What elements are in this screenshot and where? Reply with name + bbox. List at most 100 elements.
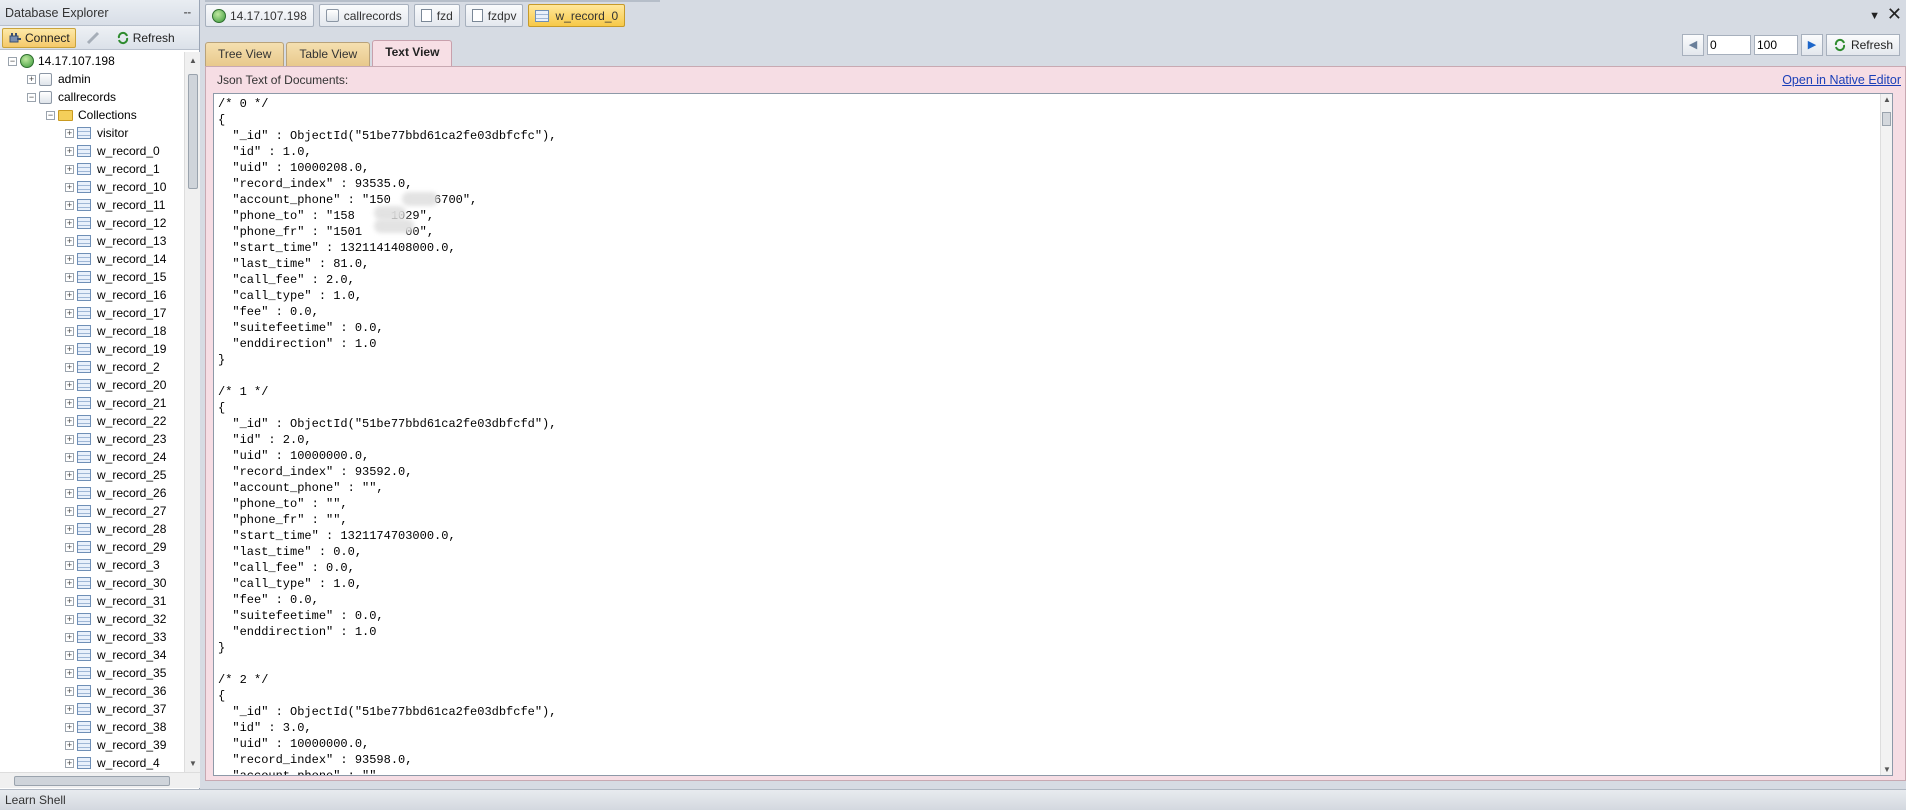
scrollbar-thumb[interactable] — [188, 74, 198, 189]
tree-node-collection[interactable]: + w_record_11 — [0, 196, 184, 214]
explorer-refresh-button[interactable]: Refresh — [110, 28, 181, 48]
expand-icon[interactable]: + — [65, 272, 74, 282]
close-icon[interactable]: ✕ — [1887, 4, 1902, 25]
expand-icon[interactable]: + — [65, 758, 74, 768]
scrollbar-thumb[interactable] — [14, 776, 170, 786]
tree-node-collection[interactable]: + w_record_21 — [0, 394, 184, 412]
expand-icon[interactable]: + — [65, 740, 74, 750]
connect-button[interactable]: Connect — [2, 27, 76, 48]
expand-icon[interactable]: + — [65, 632, 74, 642]
tree-node-collection[interactable]: + w_record_3 — [0, 556, 184, 574]
tree-node-collection[interactable]: + w_record_26 — [0, 484, 184, 502]
expand-icon[interactable]: + — [65, 560, 74, 570]
expand-icon[interactable]: + — [65, 722, 74, 732]
expand-icon[interactable]: + — [65, 290, 74, 300]
tree-node-collection[interactable]: + w_record_34 — [0, 646, 184, 664]
expand-icon[interactable]: + — [65, 470, 74, 480]
tree-horizontal-scrollbar[interactable] — [0, 772, 200, 788]
expand-icon[interactable]: + — [65, 200, 74, 210]
collapse-icon[interactable]: − — [8, 56, 17, 66]
expand-icon[interactable]: + — [65, 128, 74, 138]
tree-node-collection[interactable]: + w_record_32 — [0, 610, 184, 628]
tree-node-collection[interactable]: + w_record_35 — [0, 664, 184, 682]
expand-icon[interactable]: + — [65, 704, 74, 714]
expand-icon[interactable]: + — [65, 236, 74, 246]
tree-node-collection[interactable]: + w_record_12 — [0, 214, 184, 232]
tree-node-collections[interactable]: − Collections — [0, 106, 184, 124]
tree-node-collection[interactable]: + w_record_39 — [0, 736, 184, 754]
refresh-button[interactable]: Refresh — [1825, 34, 1900, 56]
tree-node-collection[interactable]: + w_record_37 — [0, 700, 184, 718]
json-text[interactable]: /* 0 */ { "_id" : ObjectId("51be77bbd61c… — [214, 94, 1892, 775]
expand-icon[interactable]: + — [65, 668, 74, 678]
scroll-down-icon[interactable]: ▼ — [189, 759, 197, 768]
scroll-down-icon[interactable]: ▼ — [1883, 765, 1891, 774]
tree-node-collection[interactable]: + w_record_17 — [0, 304, 184, 322]
skip-input[interactable] — [1706, 35, 1751, 55]
tab-fzdpv[interactable]: fzdpv — [464, 4, 524, 27]
collapse-icon[interactable]: − — [46, 110, 55, 120]
next-page-button[interactable]: ▶ — [1800, 34, 1823, 56]
tree-node-server[interactable]: − 14.17.107.198 — [0, 52, 184, 70]
open-native-editor-link[interactable]: Open in Native Editor — [1782, 67, 1901, 93]
tree-node-collection[interactable]: + w_record_28 — [0, 520, 184, 538]
previous-page-button[interactable]: ◀ — [1681, 34, 1704, 56]
disconnect-button[interactable] — [80, 28, 106, 48]
tree-vertical-scrollbar[interactable]: ▲ ▼ — [184, 52, 200, 772]
expand-icon[interactable]: + — [65, 650, 74, 660]
tree-node-collection[interactable]: + visitor — [0, 124, 184, 142]
tree-node-collection[interactable]: + w_record_15 — [0, 268, 184, 286]
scrollbar-thumb[interactable] — [1882, 112, 1891, 126]
tree-node-collection[interactable]: + w_record_33 — [0, 628, 184, 646]
json-text-editor[interactable]: /* 0 */ { "_id" : ObjectId("51be77bbd61c… — [213, 93, 1893, 776]
tree-node-collection[interactable]: + w_record_13 — [0, 232, 184, 250]
expand-icon[interactable]: + — [65, 254, 74, 264]
scroll-up-icon[interactable]: ▲ — [189, 56, 197, 65]
tree-node-collection[interactable]: + w_record_24 — [0, 448, 184, 466]
expand-icon[interactable]: + — [65, 614, 74, 624]
expand-icon[interactable]: + — [65, 362, 74, 372]
tab-list-dropdown-icon[interactable]: ▼ — [1869, 10, 1880, 22]
pin-icon[interactable]: ╌ — [184, 0, 191, 26]
tree-node-collection[interactable]: + w_record_29 — [0, 538, 184, 556]
tab-text-view[interactable]: Text View — [372, 40, 453, 66]
expand-icon[interactable]: + — [65, 146, 74, 156]
tree-node-admin[interactable]: + admin — [0, 70, 184, 88]
tree-node-collection[interactable]: + w_record_30 — [0, 574, 184, 592]
tree-node-collection[interactable]: + w_record_27 — [0, 502, 184, 520]
tree-node-collection[interactable]: + w_record_20 — [0, 376, 184, 394]
expand-icon[interactable]: + — [65, 326, 74, 336]
tree-node-collection[interactable]: + w_record_19 — [0, 340, 184, 358]
tab-table-view[interactable]: Table View — [286, 42, 371, 66]
expand-icon[interactable]: + — [65, 218, 74, 228]
expand-icon[interactable]: + — [65, 506, 74, 516]
expand-icon[interactable]: + — [65, 434, 74, 444]
tab-server[interactable]: 14.17.107.198 — [205, 4, 314, 27]
tree-node-collection[interactable]: + w_record_0 — [0, 142, 184, 160]
expand-icon[interactable]: + — [65, 452, 74, 462]
tree-node-collection[interactable]: + w_record_2 — [0, 358, 184, 376]
tree-node-collection[interactable]: + w_record_18 — [0, 322, 184, 340]
limit-input[interactable] — [1753, 35, 1798, 55]
tree-node-collection[interactable]: + w_record_4 — [0, 754, 184, 772]
expand-icon[interactable]: + — [65, 488, 74, 498]
expand-icon[interactable]: + — [65, 416, 74, 426]
tree-node-collection[interactable]: + w_record_23 — [0, 430, 184, 448]
tree-node-collection[interactable]: + w_record_16 — [0, 286, 184, 304]
tree-node-collection[interactable]: + w_record_38 — [0, 718, 184, 736]
editor-vertical-scrollbar[interactable]: ▲ ▼ — [1880, 94, 1892, 775]
tab-tree-view[interactable]: Tree View — [205, 42, 285, 66]
collapse-icon[interactable]: − — [27, 92, 36, 102]
tree-node-collection[interactable]: + w_record_31 — [0, 592, 184, 610]
expand-icon[interactable]: + — [65, 542, 74, 552]
expand-icon[interactable]: + — [27, 74, 36, 84]
tab-fzd[interactable]: fzd — [413, 4, 460, 27]
scroll-up-icon[interactable]: ▲ — [1883, 95, 1891, 104]
tab-callrecords[interactable]: callrecords — [318, 4, 409, 27]
expand-icon[interactable]: + — [65, 398, 74, 408]
tab-w-record-0[interactable]: w_record_0 — [528, 4, 626, 27]
tree-node-collection[interactable]: + w_record_14 — [0, 250, 184, 268]
expand-icon[interactable]: + — [65, 596, 74, 606]
expand-icon[interactable]: + — [65, 578, 74, 588]
expand-icon[interactable]: + — [65, 308, 74, 318]
